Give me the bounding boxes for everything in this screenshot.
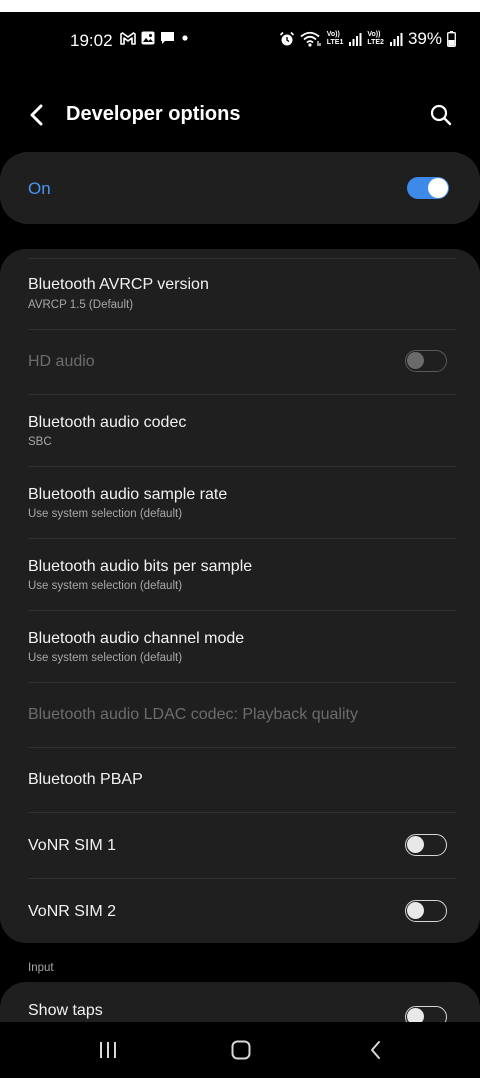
setting-bluetooth-pbap[interactable]: Bluetooth PBAP [0, 748, 480, 813]
switch-knob [428, 178, 448, 198]
volte-sim1-icon: Vo)) LTE1 [326, 31, 344, 46]
setting-title: VoNR SIM 2 [28, 903, 117, 920]
photo-icon [141, 31, 155, 45]
screenshot-border-bottom [0, 1078, 480, 1091]
setting-title: HD audio [28, 353, 95, 370]
setting-title: Bluetooth PBAP [28, 771, 143, 788]
alarm-icon [279, 31, 294, 46]
setting-title: Show taps [28, 1002, 103, 1019]
system-icons: Vo)) LTE1 Vo)) LTE2 39% [279, 29, 456, 49]
setting-title: Bluetooth AVRCP version [28, 276, 209, 293]
setting-title: Bluetooth audio channel mode [28, 630, 245, 647]
settings-list: Bluetooth AVRCP version AVRCP 1.5 (Defau… [0, 249, 480, 943]
setting-vonr-sim-1[interactable]: VoNR SIM 1 [0, 813, 480, 879]
home-button[interactable] [227, 1038, 255, 1062]
hd-audio-toggle-switch [405, 350, 447, 372]
setting-title: Bluetooth audio LDAC codec: Playback qua… [28, 706, 358, 723]
volte-sim2-icon: Vo)) LTE2 [367, 31, 384, 46]
setting-bluetooth-audio-channel-mode[interactable]: Bluetooth audio channel mode Use system … [0, 611, 480, 683]
vonr-sim-1-toggle-switch[interactable] [405, 834, 447, 856]
page-title: Developer options [66, 103, 241, 125]
setting-title: Bluetooth audio codec [28, 414, 187, 431]
setting-bluetooth-audio-bits-per-sample[interactable]: Bluetooth audio bits per sample Use syst… [0, 539, 480, 611]
signal-sim2-icon [389, 33, 403, 46]
master-switch-label: On [28, 179, 51, 198]
battery-percentage: 39% [407, 29, 442, 48]
battery-icon [447, 31, 456, 47]
setting-subtitle: AVRCP 1.5 (Default) [28, 299, 134, 311]
setting-title: VoNR SIM 1 [28, 837, 117, 854]
home-icon [231, 1040, 251, 1060]
switch-knob [407, 836, 424, 853]
navigation-bar [0, 1022, 480, 1078]
setting-subtitle: Use system selection (default) [28, 652, 183, 664]
chevron-left-icon [30, 104, 43, 126]
screenshot-border-top [0, 0, 480, 12]
recents-button[interactable] [94, 1038, 122, 1062]
search-icon [430, 104, 452, 126]
gmail-icon [120, 31, 136, 45]
nav-back-button[interactable] [362, 1038, 390, 1062]
notification-icons [120, 31, 190, 45]
wifi-icon [300, 31, 321, 47]
setting-subtitle: Use system selection (default) [28, 508, 183, 520]
setting-subtitle: Use system selection (default) [28, 580, 183, 592]
status-bar: 19:02 Vo)) LTE1 Vo)) LTE2 39% [0, 24, 480, 60]
message-icon [161, 32, 174, 44]
back-icon [371, 1041, 380, 1059]
status-time: 19:02 [70, 31, 113, 50]
setting-bluetooth-ldac-playback-quality: Bluetooth audio LDAC codec: Playback qua… [0, 683, 480, 748]
vonr-sim-2-toggle-switch[interactable] [405, 900, 447, 922]
back-button[interactable] [22, 100, 52, 130]
signal-sim1-icon [349, 33, 362, 46]
master-toggle-switch[interactable] [407, 177, 449, 199]
setting-bluetooth-audio-codec[interactable]: Bluetooth audio codec SBC [0, 395, 480, 467]
developer-options-master-switch-card[interactable]: On [0, 152, 480, 224]
setting-hd-audio: HD audio [0, 330, 480, 395]
setting-bluetooth-audio-sample-rate[interactable]: Bluetooth audio sample rate Use system s… [0, 467, 480, 539]
search-button[interactable] [426, 100, 456, 130]
setting-title: Bluetooth audio sample rate [28, 486, 228, 503]
screen: 19:02 Vo)) LTE1 Vo)) LTE2 39% Developer … [0, 0, 480, 1091]
recents-icon [100, 1042, 116, 1058]
setting-bluetooth-avrcp-version[interactable]: Bluetooth AVRCP version AVRCP 1.5 (Defau… [0, 258, 480, 330]
app-bar: Developer options [0, 90, 480, 140]
switch-knob [407, 902, 424, 919]
setting-vonr-sim-2[interactable]: VoNR SIM 2 [0, 879, 480, 943]
setting-subtitle: SBC [28, 436, 52, 448]
setting-title: Bluetooth audio bits per sample [28, 558, 253, 575]
switch-knob [407, 352, 424, 369]
section-header-input: Input [28, 962, 54, 974]
dot-icon [182, 35, 188, 41]
